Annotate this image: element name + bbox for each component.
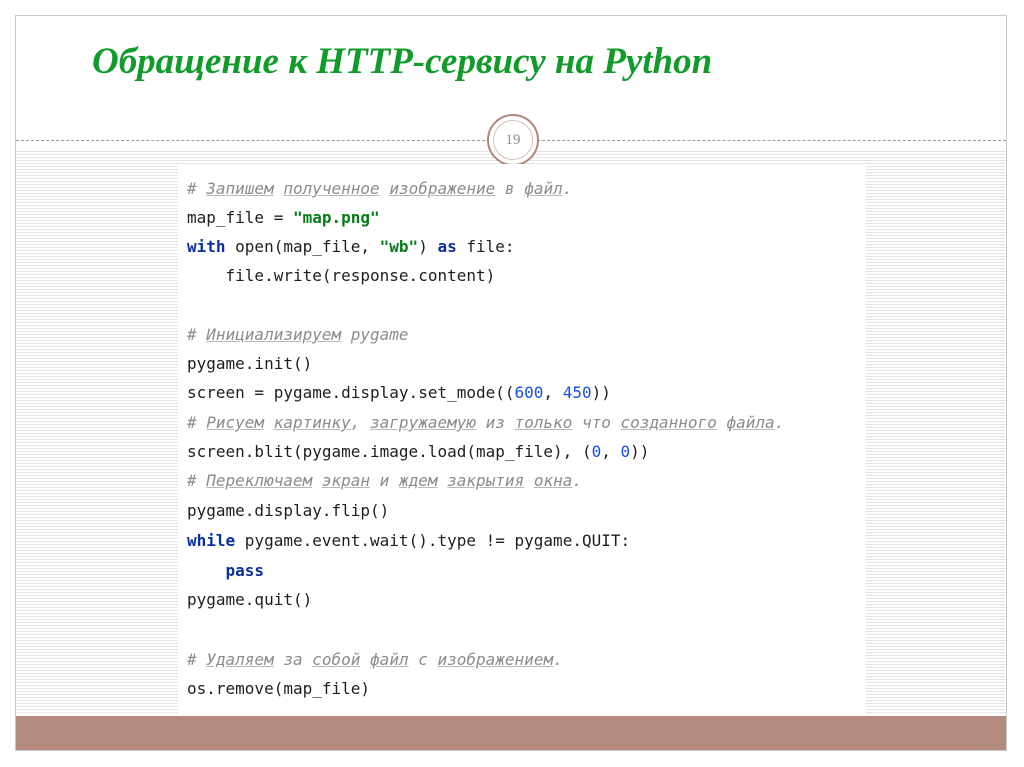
code-comment-line: # Рисуем картинку, загружаемую из только… [187,413,785,432]
code-screenshot: # Запишем полученное изображение в файл.… [178,164,866,714]
page-number-badge: 19 [487,114,539,166]
code-line: with open(map_file, "wb") as file: [187,237,515,256]
code-line: pygame.init() [187,354,313,373]
slide-title: Обращение к HTTP-сервису на Python [92,41,713,82]
code-line: screen.blit(pygame.image.load(map_file),… [187,442,650,461]
code-comment-line: # Запишем полученное изображение в файл. [187,179,573,198]
code-line: screen = pygame.display.set_mode((600, 4… [187,383,611,402]
code-comment-line: # Удаляем за собой файл с изображением. [187,650,563,669]
code-line: while pygame.event.wait().type != pygame… [187,531,631,550]
code-line: pass [225,561,265,580]
code-comment-line: # Инициализируем pygame [187,325,409,344]
code-line: pygame.display.flip() [187,501,390,520]
code-line: map_file = "map.png" [187,208,380,227]
code-comment-line: # Переключаем экран и ждем закрытия окна… [187,471,582,490]
code-line: os.remove(map_file) [187,679,371,698]
page-number: 19 [505,131,521,148]
code-line: file.write(response.content) [187,266,496,285]
code-line: pygame.quit() [187,590,313,609]
bottom-accent-bar [16,716,1006,750]
